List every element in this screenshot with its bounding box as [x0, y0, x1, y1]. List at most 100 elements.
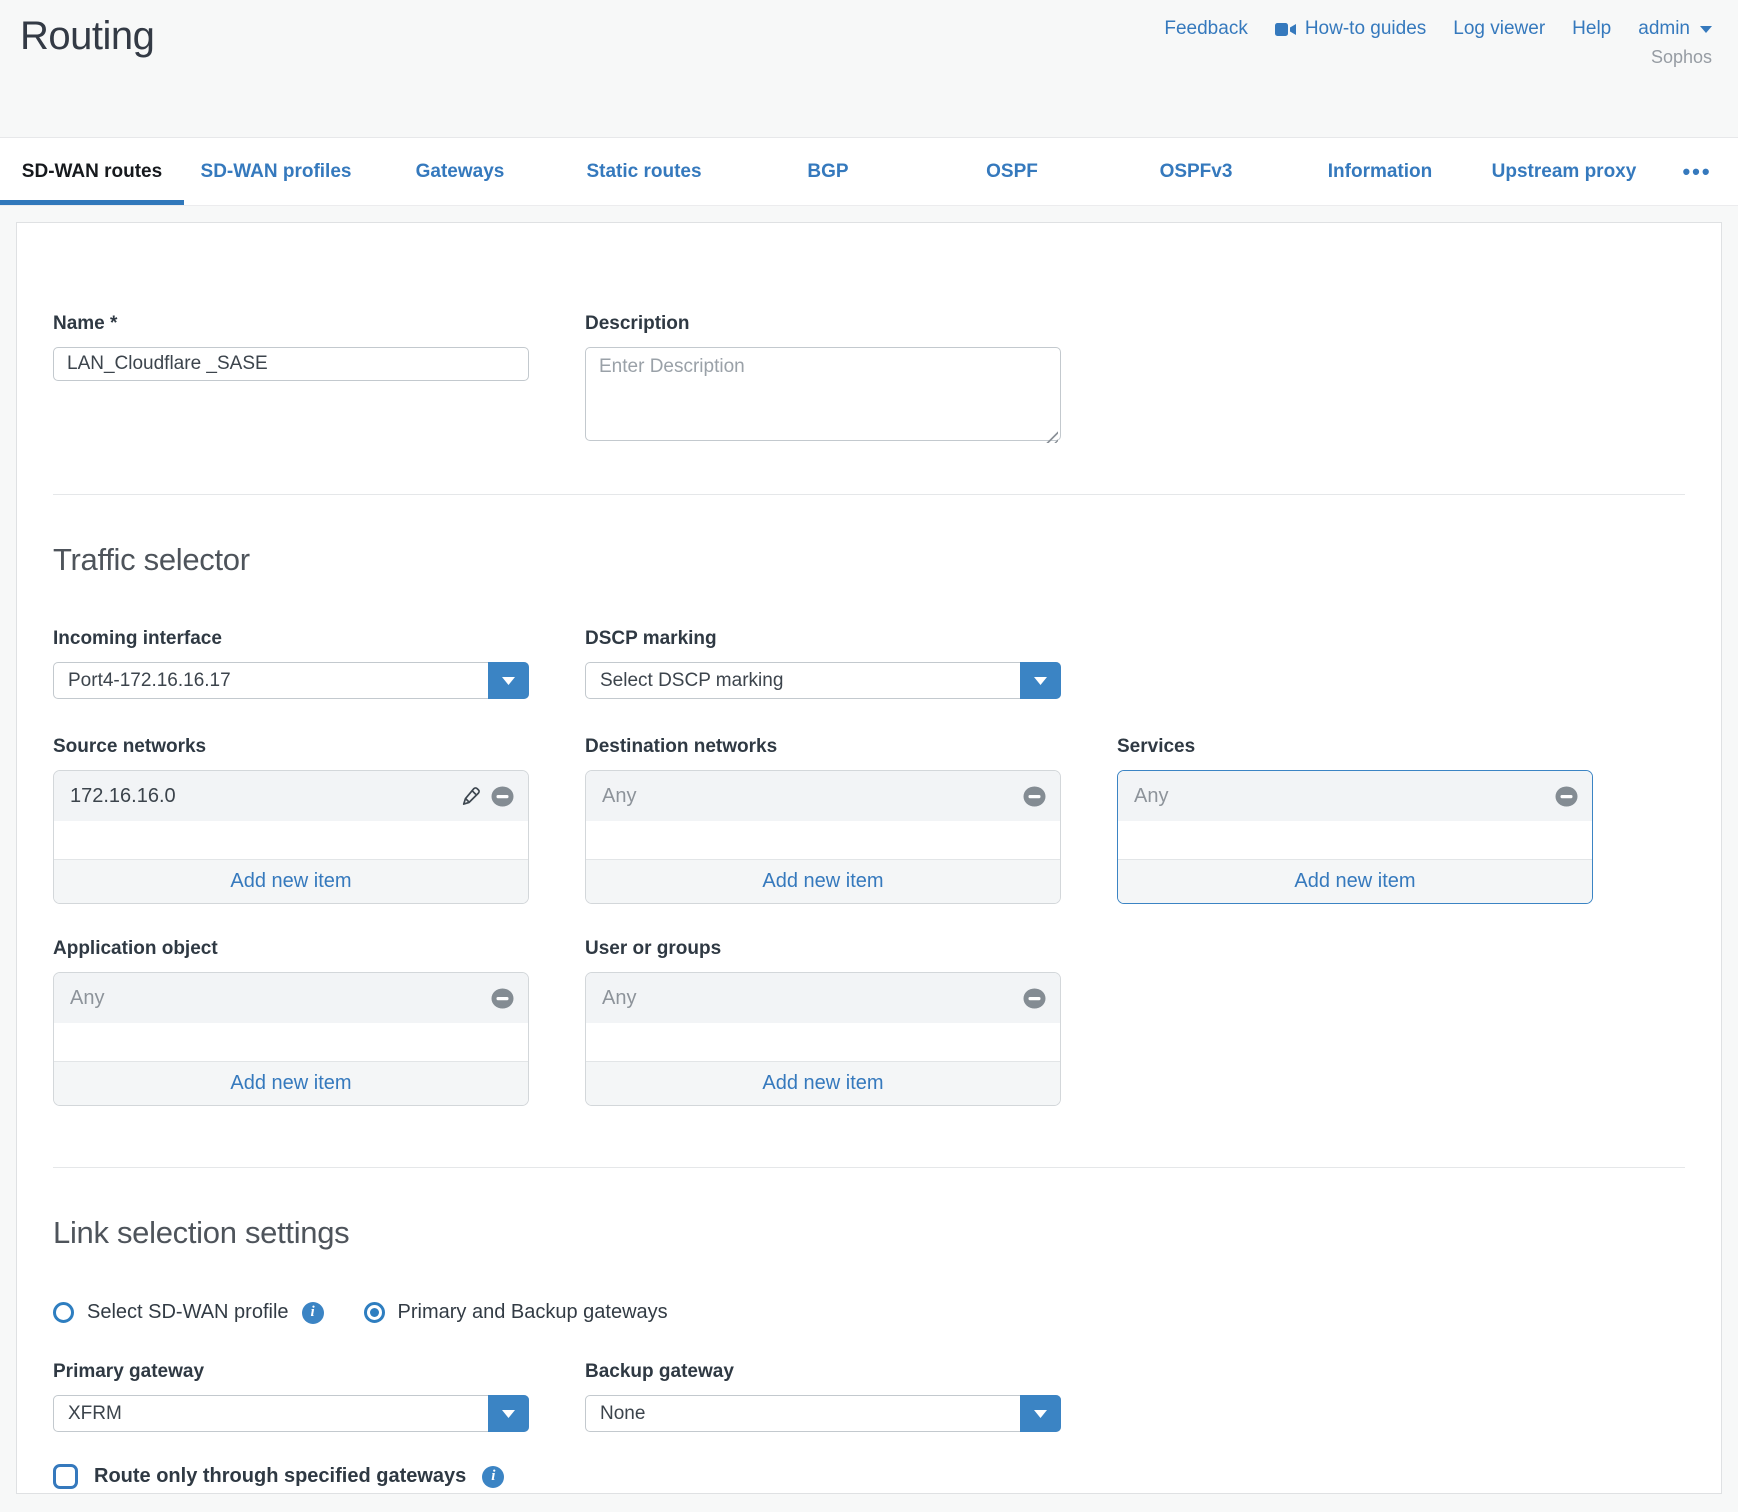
- services-group: Services Any Add new item: [1117, 736, 1593, 904]
- description-wrap: [585, 347, 1061, 446]
- source-networks-group: Source networks 172.16.16.0 Add n: [53, 736, 529, 904]
- incoming-interface-select[interactable]: Port4-172.16.16.17: [53, 662, 529, 699]
- source-networks-label: Source networks: [53, 736, 529, 758]
- application-object-label: Application object: [53, 938, 529, 960]
- source-networks-item: 172.16.16.0: [54, 771, 528, 821]
- user-groups-add-button[interactable]: Add new item: [586, 1061, 1060, 1105]
- backup-gateway-select[interactable]: None: [585, 1395, 1061, 1432]
- feedback-label: Feedback: [1164, 18, 1247, 40]
- chevron-down-icon: [1700, 26, 1712, 33]
- admin-label: admin: [1638, 18, 1690, 40]
- tab-bgp[interactable]: BGP: [736, 138, 920, 205]
- description-field-group: Description: [585, 313, 1061, 446]
- name-field-group: Name *: [53, 313, 529, 446]
- source-networks-add-button[interactable]: Add new item: [54, 859, 528, 903]
- dscp-marking-label: DSCP marking: [585, 628, 1061, 650]
- log-viewer-link[interactable]: Log viewer: [1453, 18, 1545, 40]
- dscp-marking-value: Select DSCP marking: [586, 663, 1060, 698]
- backup-gateway-dropdown-button[interactable]: [1020, 1395, 1061, 1432]
- tab-upstream-proxy[interactable]: Upstream proxy: [1472, 138, 1656, 205]
- info-icon[interactable]: [302, 1302, 324, 1324]
- source-networks-box: 172.16.16.0 Add new item: [53, 770, 529, 904]
- user-groups-group: User or groups Any Add new item: [585, 938, 1061, 1106]
- user-groups-item-label: Any: [602, 987, 1023, 1010]
- application-object-add-button[interactable]: Add new item: [54, 1061, 528, 1105]
- destination-networks-item-actions: [1023, 786, 1046, 807]
- dropdown-arrow-icon: [1034, 677, 1047, 685]
- page-title: Routing: [20, 10, 154, 137]
- remove-icon[interactable]: [1023, 786, 1046, 807]
- tab-sd-wan-profiles[interactable]: SD-WAN profiles: [184, 138, 368, 205]
- route-only-row: Route only through specified gateways: [53, 1464, 1685, 1489]
- radio-icon[interactable]: [53, 1302, 74, 1323]
- description-label: Description: [585, 313, 1061, 335]
- tab-ospfv3[interactable]: OSPFv3: [1104, 138, 1288, 205]
- brand-label: Sophos: [1651, 47, 1712, 68]
- admin-menu[interactable]: admin: [1638, 18, 1712, 40]
- destination-networks-box: Any Add new item: [585, 770, 1061, 904]
- add-new-item-label: Add new item: [230, 870, 351, 893]
- primary-gateway-value: XFRM: [54, 1396, 528, 1431]
- sd-wan-route-form: Name * Description Traffic selector Inco…: [16, 222, 1722, 1494]
- backup-gateway-value: None: [586, 1396, 1060, 1431]
- incoming-interface-group: Incoming interface Port4-172.16.16.17: [53, 628, 529, 699]
- user-groups-box: Any Add new item: [585, 972, 1061, 1106]
- feedback-link[interactable]: Feedback: [1164, 18, 1247, 40]
- add-new-item-label: Add new item: [762, 870, 883, 893]
- dscp-marking-select[interactable]: Select DSCP marking: [585, 662, 1061, 699]
- tab-static-routes[interactable]: Static routes: [552, 138, 736, 205]
- application-object-item-actions: [491, 988, 514, 1009]
- primary-gateway-select[interactable]: XFRM: [53, 1395, 529, 1432]
- radio-select-sdwan-profile[interactable]: Select SD-WAN profile: [53, 1301, 324, 1324]
- destination-networks-item-label: Any: [602, 785, 1023, 808]
- help-label: Help: [1572, 18, 1611, 40]
- incoming-interface-label: Incoming interface: [53, 628, 529, 650]
- dropdown-arrow-icon: [1034, 1410, 1047, 1418]
- destination-networks-add-button[interactable]: Add new item: [586, 859, 1060, 903]
- tab-sd-wan-routes[interactable]: SD-WAN routes: [0, 138, 184, 205]
- help-link[interactable]: Help: [1572, 18, 1611, 40]
- name-description-row: Name * Description: [53, 313, 1685, 446]
- user-groups-label: User or groups: [585, 938, 1061, 960]
- route-only-checkbox[interactable]: [53, 1464, 78, 1489]
- source-networks-empty-area: [54, 821, 528, 859]
- description-textarea[interactable]: [585, 347, 1061, 441]
- interface-dscp-row: Incoming interface Port4-172.16.16.17 DS…: [53, 628, 1685, 699]
- tab-gateways[interactable]: Gateways: [368, 138, 552, 205]
- networks-row: Source networks 172.16.16.0 Add n: [53, 736, 1685, 904]
- source-networks-item-actions: [461, 786, 514, 807]
- services-item: Any: [1118, 771, 1592, 821]
- dropdown-arrow-icon: [502, 1410, 515, 1418]
- remove-icon[interactable]: [1023, 988, 1046, 1009]
- destination-networks-empty-area: [586, 821, 1060, 859]
- radio-checked-icon[interactable]: [364, 1302, 385, 1323]
- tab-ospf[interactable]: OSPF: [920, 138, 1104, 205]
- remove-icon[interactable]: [491, 786, 514, 807]
- application-users-row: Application object Any Add new item User: [53, 938, 1685, 1106]
- traffic-selector-heading: Traffic selector: [53, 542, 1685, 578]
- primary-gateway-dropdown-button[interactable]: [488, 1395, 529, 1432]
- services-add-button[interactable]: Add new item: [1118, 859, 1592, 903]
- log-viewer-label: Log viewer: [1453, 18, 1545, 40]
- services-item-actions: [1555, 786, 1578, 807]
- name-input[interactable]: [53, 347, 529, 381]
- header-links: Feedback How-to guides Log viewer Help a…: [1164, 18, 1712, 40]
- radio-primary-backup-gateways[interactable]: Primary and Backup gateways: [364, 1301, 668, 1324]
- services-box: Any Add new item: [1117, 770, 1593, 904]
- incoming-interface-dropdown-button[interactable]: [488, 662, 529, 699]
- services-label: Services: [1117, 736, 1593, 758]
- backup-gateway-group: Backup gateway None: [585, 1361, 1061, 1432]
- edit-pencil-icon[interactable]: [461, 786, 481, 806]
- source-networks-item-label: 172.16.16.0: [70, 785, 461, 808]
- tab-information[interactable]: Information: [1288, 138, 1472, 205]
- dscp-marking-dropdown-button[interactable]: [1020, 662, 1061, 699]
- more-tabs-icon[interactable]: •••: [1656, 138, 1738, 205]
- info-icon[interactable]: [482, 1466, 504, 1488]
- link-selection-radios: Select SD-WAN profile Primary and Backup…: [53, 1301, 1685, 1324]
- howto-guides-link[interactable]: How-to guides: [1275, 18, 1426, 40]
- primary-gateway-group: Primary gateway XFRM: [53, 1361, 529, 1432]
- tab-bar: SD-WAN routes SD-WAN profiles Gateways S…: [0, 137, 1738, 206]
- remove-icon[interactable]: [1555, 786, 1578, 807]
- remove-icon[interactable]: [491, 988, 514, 1009]
- howto-guides-label: How-to guides: [1305, 18, 1426, 40]
